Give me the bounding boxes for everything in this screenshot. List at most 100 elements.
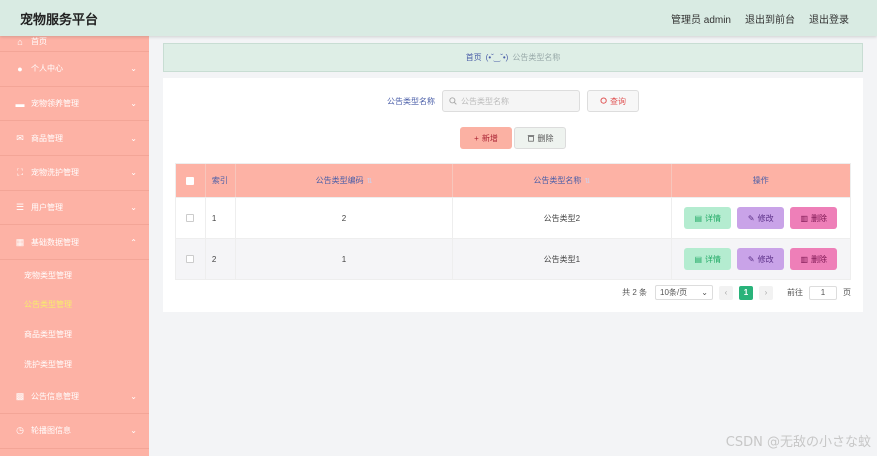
batch-delete-button[interactable]: 删除: [514, 127, 566, 149]
select-all-checkbox[interactable]: [186, 176, 195, 185]
sidebar-item-users[interactable]: ☰ 用户管理 ⌄: [0, 191, 149, 226]
row-checkbox-cell: [176, 239, 206, 279]
chevron-down-icon: ⌄: [130, 168, 137, 178]
search-icon: [600, 97, 607, 104]
sidebar-item-basic-data[interactable]: ▦ 基础数据管理 ⌃: [0, 225, 149, 261]
search-label: 公告类型名称: [387, 96, 435, 106]
breadcrumb: 首页 (•ˇ‿ˇ•) 公告类型名称: [163, 43, 863, 72]
sidebar-item-personal-center[interactable]: ● 个人中心 ⌄: [0, 52, 149, 87]
main-content: 首页 (•ˇ‿ˇ•) 公告类型名称 公告类型名称 查询 + 新增 删除: [163, 43, 863, 312]
header-index: 索引: [206, 164, 236, 197]
sidebar-item-pet-grooming[interactable]: ⛶ 宠物洗护管理 ⌄: [0, 156, 149, 191]
next-page-button[interactable]: ›: [759, 285, 773, 300]
fullscreen-icon: ⛶: [16, 167, 24, 178]
action-row: + 新增 删除: [163, 127, 863, 149]
user-icon: ●: [17, 63, 23, 74]
document-icon: ▤: [694, 213, 703, 223]
detail-label: 详情: [705, 254, 722, 264]
sidebar-item-label: 用户管理: [31, 203, 63, 213]
breadcrumb-home[interactable]: 首页: [466, 52, 482, 63]
chevron-down-icon: ⌄: [130, 203, 137, 213]
ticket-icon: ▩: [15, 390, 25, 401]
edit-button[interactable]: ✎ 修改: [737, 248, 785, 270]
top-header: 宠物服务平台 管理员 admin 退出到前台 退出登录: [0, 0, 877, 36]
total-count: 共 2 条: [622, 288, 647, 297]
edit-label: 修改: [757, 213, 774, 223]
detail-label: 详情: [705, 213, 722, 223]
query-button-label: 查询: [610, 96, 626, 106]
page-suffix: 页: [843, 288, 851, 297]
breadcrumb-face: (•ˇ‿ˇ•): [485, 53, 509, 62]
row-operations: ▤ 详情 ✎ 修改 ▥ 删除: [672, 239, 850, 279]
sidebar-subitem-grooming-type[interactable]: 洗护类型管理: [0, 350, 149, 380]
sidebar-subitem-product-type[interactable]: 商品类型管理: [0, 320, 149, 350]
sidebar-item-label: 宠物领养管理: [31, 99, 79, 109]
goto-label: 前往: [787, 288, 803, 297]
goto-page-input[interactable]: 1: [809, 285, 837, 300]
home-icon: ⌂: [17, 36, 23, 47]
chevron-right-icon: ›: [764, 288, 768, 297]
chevron-down-icon: ⌄: [130, 133, 137, 143]
detail-button[interactable]: ▤ 详情: [684, 207, 732, 229]
add-button-label: 新增: [481, 133, 498, 143]
chevron-down-icon: ⌄: [130, 426, 137, 436]
sidebar-item-notices[interactable]: ▩ 公告信息管理 ⌄: [0, 379, 149, 414]
row-checkbox[interactable]: [186, 214, 195, 222]
sort-icon: ⇅: [366, 177, 373, 185]
detail-button[interactable]: ▤ 详情: [684, 248, 732, 270]
row-code: 1: [236, 239, 454, 279]
trash-icon: ▥: [800, 213, 809, 223]
query-button[interactable]: 查询: [587, 90, 639, 112]
header-code[interactable]: 公告类型编码 ⇅: [236, 164, 454, 197]
prev-page-button[interactable]: ‹: [719, 285, 733, 300]
data-table: 索引 公告类型编码 ⇅ 公告类型名称 ⇅ 操作 1 2 公告类型2 ▤ 详情 ✎ 修改 …: [175, 163, 851, 280]
sidebar-subitem-notice-type[interactable]: 公告类型管理: [0, 290, 149, 320]
row-index: 1: [206, 198, 236, 238]
document-icon: ▤: [694, 254, 703, 264]
admin-user-label[interactable]: 管理员 admin: [671, 11, 731, 26]
sidebar-item-carousel[interactable]: ◷ 轮播图信息 ⌄: [0, 414, 149, 449]
search-box[interactable]: [442, 90, 580, 112]
add-button[interactable]: + 新增: [460, 127, 512, 149]
row-checkbox[interactable]: [186, 255, 195, 263]
page-size-select[interactable]: 10条/页 ⌄: [655, 285, 713, 300]
watermark: CSDN @无敌の小さな蚊: [725, 435, 871, 450]
logout-link[interactable]: 退出登录: [809, 11, 849, 26]
clipboard-icon: ▦: [15, 236, 25, 247]
sidebar-item-pet-adoption[interactable]: ▬ 宠物领养管理 ⌄: [0, 87, 149, 122]
mail-icon: ✉: [16, 132, 24, 143]
page-number-current[interactable]: 1: [739, 285, 753, 300]
sort-icon: ⇅: [584, 177, 591, 185]
header-code-label: 公告类型编码: [315, 176, 364, 185]
table-row: 1 2 公告类型2 ▤ 详情 ✎ 修改 ▥ 删除: [176, 197, 850, 238]
content-panel: 公告类型名称 查询 + 新增 删除 索引 公: [163, 78, 863, 312]
back-to-frontend-link[interactable]: 退出到前台: [745, 11, 795, 26]
header-name[interactable]: 公告类型名称 ⇅: [453, 164, 672, 197]
sidebar-item-label: 基础数据管理: [31, 237, 79, 247]
clock-icon: ◷: [16, 425, 24, 436]
header-checkbox-cell: [176, 164, 206, 197]
search-input[interactable]: [461, 96, 571, 106]
row-index: 2: [206, 239, 236, 279]
chevron-down-icon: ⌄: [130, 391, 137, 401]
edit-label: 修改: [757, 254, 774, 264]
header-name-label: 公告类型名称: [533, 176, 582, 185]
chevron-down-icon: ⌄: [701, 288, 708, 297]
chevron-down-icon: ⌄: [130, 64, 137, 74]
search-row: 公告类型名称 查询: [163, 90, 863, 112]
trash-icon: ▥: [800, 254, 809, 264]
delete-button[interactable]: ▥ 删除: [790, 248, 838, 270]
briefcase-icon: ▬: [15, 98, 25, 109]
row-operations: ▤ 详情 ✎ 修改 ▥ 删除: [672, 198, 850, 238]
row-name: 公告类型1: [453, 239, 672, 279]
edit-button[interactable]: ✎ 修改: [737, 207, 785, 229]
pagination: 共 2 条 10条/页 ⌄ ‹ 1 › 前往 1 页: [622, 285, 851, 300]
delete-button[interactable]: ▥ 删除: [790, 207, 838, 229]
sidebar-item-products[interactable]: ✉ 商品管理 ⌄: [0, 121, 149, 157]
table-header: 索引 公告类型编码 ⇅ 公告类型名称 ⇅ 操作: [176, 164, 850, 197]
sidebar-subitem-pet-type[interactable]: 宠物类型管理: [0, 260, 149, 290]
table-row: 2 1 公告类型1 ▤ 详情 ✎ 修改 ▥ 删除: [176, 238, 850, 279]
sidebar-item-label: 公告信息管理: [31, 391, 79, 401]
batch-delete-label: 删除: [537, 133, 554, 143]
sidebar-item-home[interactable]: ⌂ 首页: [0, 36, 149, 52]
